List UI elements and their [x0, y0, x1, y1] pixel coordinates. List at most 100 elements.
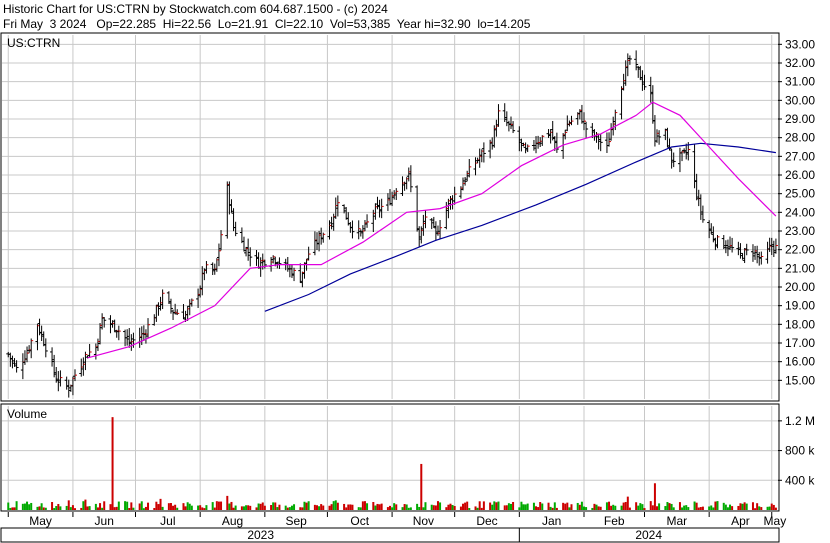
volume-bar: [80, 507, 83, 510]
volume-bar: [380, 503, 383, 510]
volume-bar: [26, 501, 29, 510]
volume-bar: [345, 507, 348, 510]
volume-bar: [729, 504, 732, 510]
month-label: Oct: [350, 514, 369, 528]
volume-bar: [772, 504, 775, 510]
volume-bar: [576, 502, 579, 510]
volume-bar: [161, 506, 164, 510]
volume-bar: [55, 506, 58, 510]
volume-bar: [605, 502, 608, 510]
volume-bar: [566, 502, 569, 510]
volume-bar: [541, 503, 544, 510]
volume-bar: [549, 506, 552, 510]
volume-bar: [643, 508, 646, 510]
volume-bar: [449, 503, 452, 510]
volume-bar: [113, 507, 116, 510]
volume-bar: [176, 507, 179, 510]
volume-bar: [714, 501, 717, 510]
volume-bar: [144, 506, 147, 510]
volume-bar: [418, 506, 421, 510]
month-axis: May Jun Jul Aug Sep Oct Nov Dec Jan Feb Mar Apr May: [7, 512, 786, 528]
price-tick-label: 28.00: [785, 131, 815, 145]
volume-bar: [664, 506, 667, 510]
price-panel-frame: [0, 32, 780, 402]
volume-bar: [745, 503, 748, 510]
volume-bar: [722, 502, 725, 510]
volume-bar: [672, 507, 675, 510]
volume-bar: [332, 501, 335, 510]
volume-bar: [466, 501, 469, 510]
volume-axis: 400 k 800 k 1.2 M: [778, 414, 815, 487]
volume-bar: [526, 503, 529, 510]
volume-bar: [409, 507, 412, 510]
volume-bar: [307, 501, 310, 510]
volume-bar: [708, 506, 711, 510]
volume-grid: [2, 406, 778, 510]
volume-bar: [51, 501, 54, 510]
volume-bar: [678, 502, 681, 510]
volume-bar: [84, 499, 87, 510]
volume-bar: [451, 505, 454, 510]
year-axis-frame: [0, 527, 780, 543]
volume-tick-label: 1.2 M: [785, 414, 815, 428]
volume-bar: [522, 504, 525, 510]
volume-bar: [626, 496, 629, 510]
volume-bar: [96, 507, 99, 510]
year-label: 2023: [247, 528, 274, 542]
volume-bar: [378, 504, 381, 510]
volume-bar: [591, 507, 594, 510]
volume-bar: [593, 503, 596, 510]
volume-bar: [157, 504, 160, 510]
volume-bar: [126, 501, 129, 510]
volume-bar: [86, 506, 89, 510]
volume-bar: [36, 506, 39, 510]
volume-bar: [480, 507, 483, 510]
price-tick-label: 21.00: [785, 261, 815, 275]
volume-bar: [420, 463, 423, 510]
volume-bar: [595, 504, 598, 510]
volume-bar: [65, 505, 68, 510]
volume-bar: [760, 507, 763, 510]
volume-bar: [701, 506, 704, 510]
volume-tick-label: 800 k: [785, 444, 815, 458]
volume-bar: [578, 504, 581, 510]
volume-bar: [299, 507, 302, 510]
volume-bar: [255, 507, 258, 510]
volume-bar: [583, 506, 585, 510]
volume-bar: [290, 505, 293, 510]
volume-bar: [553, 502, 556, 510]
volume-bar: [7, 502, 10, 510]
volume-bar: [495, 502, 498, 510]
volume-bar: [434, 505, 437, 510]
month-label: Sep: [285, 514, 307, 528]
volume-bar: [159, 498, 162, 510]
volume-bar: [11, 507, 14, 510]
volume-bar: [716, 501, 719, 510]
price-axis: 15.00 16.00 17.00 18.00 19.00 20.00 21.00 22.00…: [778, 37, 815, 387]
volume-bar: [328, 505, 331, 510]
volume-bar: [349, 504, 352, 510]
volume-bar: [726, 507, 729, 510]
year-axis: 2023 2024: [247, 528, 662, 542]
price-tick-label: 16.00: [785, 355, 815, 369]
volume-bar: [505, 505, 508, 510]
volume-bar: [188, 503, 191, 510]
volume-bar: [361, 501, 364, 510]
price-tick-label: 26.00: [785, 168, 815, 182]
volume-bar: [284, 505, 287, 510]
volume-bar: [389, 505, 391, 510]
volume-bar: [270, 505, 273, 510]
volume-bar: [562, 502, 565, 510]
volume-bar: [167, 503, 170, 510]
price-tick-label: 33.00: [785, 37, 815, 51]
volume-bar: [124, 501, 127, 510]
volume-bar: [681, 507, 684, 510]
volume-bar: [568, 507, 571, 510]
volume-bar: [88, 506, 91, 510]
volume-bar: [766, 506, 769, 510]
volume-bar: [228, 503, 231, 510]
volume-bar: [174, 504, 177, 510]
volume-bar: [639, 503, 642, 510]
volume-bar: [668, 503, 671, 510]
volume-bar: [599, 506, 602, 510]
